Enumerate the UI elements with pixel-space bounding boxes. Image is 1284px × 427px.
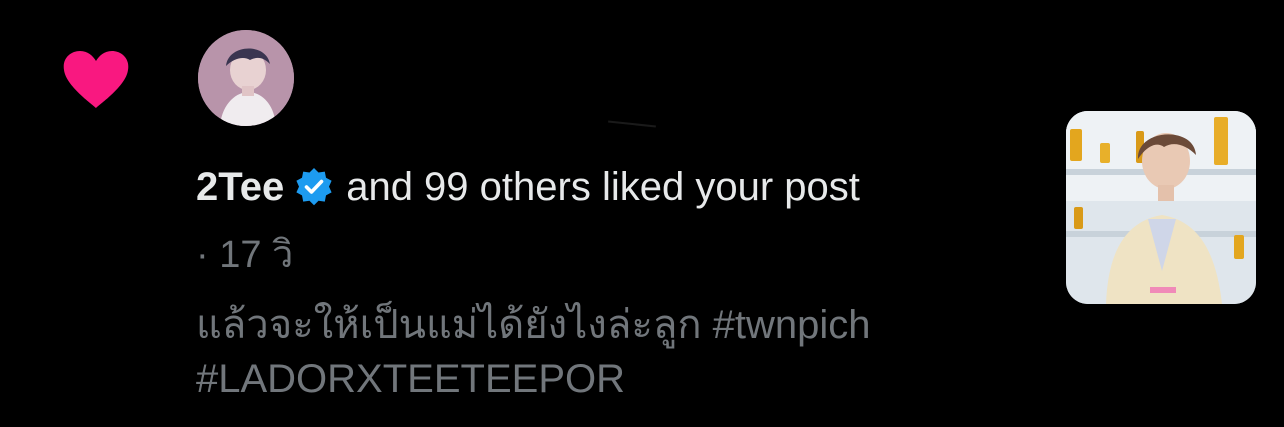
username[interactable]: 2Tee xyxy=(196,164,284,210)
like-notification[interactable]: 2Tee and 99 others liked your post · 17 … xyxy=(0,0,1284,427)
verified-badge-icon xyxy=(294,167,334,207)
post-text-line-2: #LADORXTEETEEPOR xyxy=(196,357,626,401)
notification-headline: 2Tee and 99 others liked your post xyxy=(196,164,860,210)
post-text-line-1: แล้วจะให้เป็นแม่ได้ยังไงล่ะลูก #twnpich xyxy=(196,303,871,347)
post-snippet[interactable]: แล้วจะให้เป็นแม่ได้ยังไงล่ะลูก #twnpich … xyxy=(196,298,1036,406)
timestamp: · 17 วิ xyxy=(196,234,294,276)
post-thumbnail[interactable] xyxy=(1066,111,1256,304)
divider-mark xyxy=(608,120,656,128)
heart-icon xyxy=(62,50,130,110)
avatar[interactable] xyxy=(198,30,294,126)
action-text: and 99 others liked your post xyxy=(346,165,860,209)
